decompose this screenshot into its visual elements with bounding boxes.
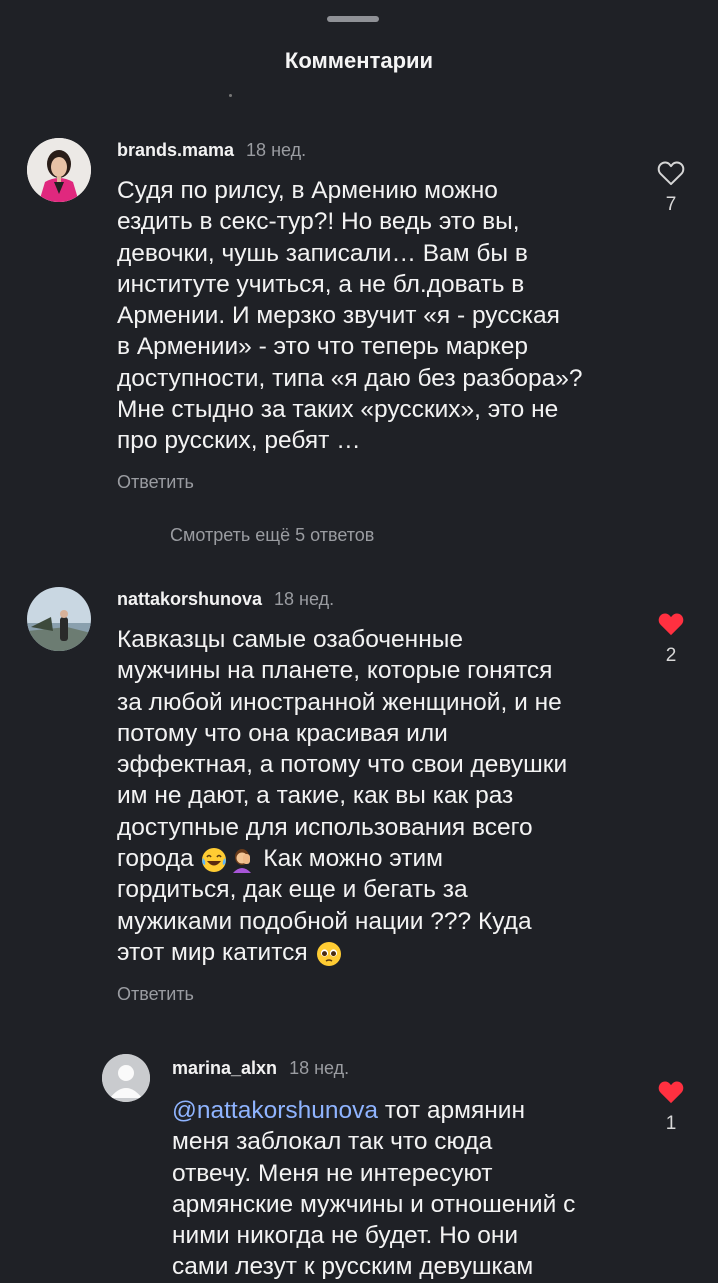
text-line: меня заблокал так что сюда (172, 1128, 493, 1156)
like-count: 7 (665, 194, 677, 215)
drag-handle[interactable] (327, 16, 379, 22)
mention-link[interactable]: @nattakorshunova (172, 1097, 378, 1124)
heart-filled-icon (658, 613, 684, 636)
view-more-replies-label: Смотреть ещё 5 ответов (170, 525, 375, 545)
avatar[interactable] (27, 587, 91, 651)
text-line: мужчины на планете, которые гонятся (117, 657, 553, 685)
text-line: за любой иностранной женщиной, и не (117, 688, 562, 716)
pleading-face-emoji-icon (316, 941, 341, 966)
text-line: Судя по рилсу, в Армению можно (117, 177, 498, 204)
facepalm-woman-emoji-icon (233, 848, 252, 873)
view-more-replies-button[interactable]: Смотреть ещё 5 ответов (170, 525, 374, 546)
username[interactable]: brands.mama (117, 140, 234, 160)
avatar[interactable] (27, 138, 91, 202)
text-line: армянские мужчины и отношений с (172, 1190, 576, 1218)
text-segment: Как можно этим (263, 845, 443, 873)
text-line: про русских, ребят … (117, 427, 361, 455)
timestamp: 18 нед. (289, 1058, 350, 1078)
text-line: сами лезут к русским девушкам (172, 1253, 534, 1281)
timestamp: 18 нед. (246, 140, 307, 160)
reply-button[interactable]: Ответить (117, 984, 194, 1005)
text-line: @nattakorshunova тот армянин (172, 1095, 575, 1126)
text-line: Мне стыдно за таких «русских», это не (117, 396, 559, 424)
like-count: 1 (665, 1113, 677, 1134)
text-line: доступности, типа «я даю без разбора»? (117, 364, 583, 392)
comment-meta: marina_alxn 18 нед. (172, 1058, 349, 1079)
text-line: им не дают, а такие, как вы как раз (117, 782, 514, 810)
text-line: этот мир катится (117, 937, 567, 968)
text-line: гордиться, дак еще и бегать за (117, 876, 468, 904)
username[interactable]: nattakorshunova (117, 589, 262, 609)
reply-button[interactable]: Ответить (117, 472, 194, 493)
comment-text: Судя по рилсу, в Армению можно ездить в … (117, 175, 583, 457)
heart-filled-icon (658, 1081, 684, 1104)
comment-text: @nattakorshunova тот армянин меня заблок… (172, 1095, 575, 1283)
text-segment: тот армянин (378, 1097, 526, 1124)
username[interactable]: marina_alxn (172, 1058, 277, 1078)
text-line: потому что она красивая или (117, 719, 448, 747)
text-line: в Армении» - это что теперь маркер (117, 333, 529, 361)
laughing-tears-emoji-icon (202, 847, 227, 872)
page-title: Комментарии (284, 48, 434, 73)
text-line: доступные для использования всего (117, 813, 533, 841)
like-button[interactable]: 1 (651, 1079, 691, 1135)
text-line: города Как можно этим (117, 843, 567, 874)
text-line: ездить в секс-тур?! Но ведь это вы, (117, 208, 520, 236)
comment-meta: brands.mama 18 нед. (117, 140, 306, 161)
text-line: Кавказцы самые озабоченные (117, 626, 463, 653)
like-button[interactable]: 7 (651, 160, 691, 216)
text-line: отвечу. Меня не интересуют (172, 1159, 493, 1187)
timestamp: 18 нед. (274, 589, 335, 609)
text-line: мужиками подобной нации ??? Куда (117, 907, 532, 935)
text-line: Армении. И мерзко звучит «я - русская (117, 302, 560, 330)
comment-text: Кавказцы самые озабоченные мужчины на пл… (117, 624, 567, 968)
text-line: институте учиться, а не бл.довать в (117, 270, 525, 298)
text-segment: этот мир катится (117, 938, 308, 966)
divider-dot (229, 94, 232, 97)
heart-outline-icon (657, 161, 685, 186)
avatar[interactable] (102, 1054, 150, 1102)
text-segment: города (117, 845, 194, 873)
text-line: девочки, чушь записали… Вам бы в (117, 239, 528, 267)
comment-meta: nattakorshunova 18 нед. (117, 589, 334, 610)
like-button[interactable]: 2 (651, 611, 691, 667)
text-line: ними никогда не будет. Но они (172, 1222, 519, 1250)
text-line: эффектная, а потому что свои девушки (117, 751, 568, 779)
like-count: 2 (665, 645, 677, 666)
